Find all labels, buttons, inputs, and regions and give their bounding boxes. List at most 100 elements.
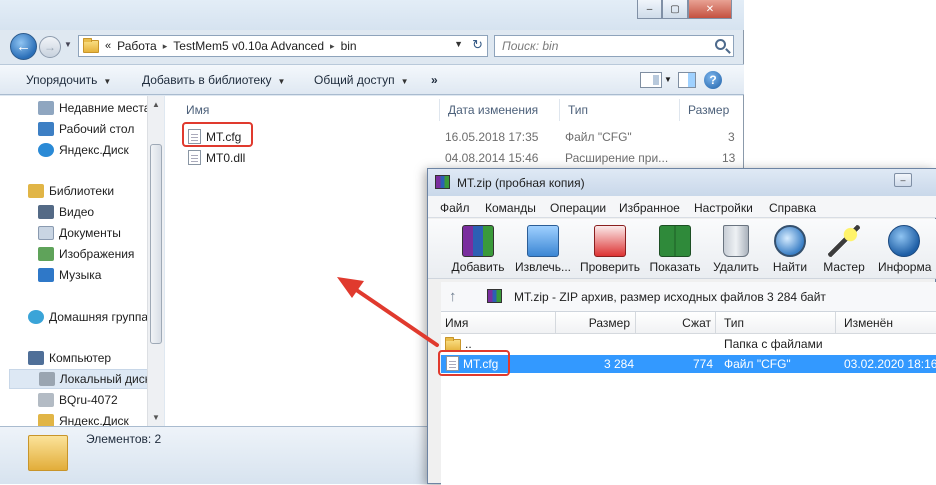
music-icon bbox=[38, 268, 54, 282]
file-size: 3 bbox=[728, 130, 735, 144]
nav-item-label: Документы bbox=[59, 226, 121, 240]
file-name: MT0.dll bbox=[206, 151, 246, 165]
column-header-label: Размер bbox=[688, 103, 730, 117]
organize-button[interactable]: Упорядочить ▼ bbox=[26, 73, 111, 87]
table-row[interactable]: MT.cfg 3 284 774 Файл "CFG" 03.02.2020 1… bbox=[441, 355, 936, 373]
nav-item-libraries[interactable]: Библиотеки bbox=[28, 181, 114, 201]
history-dropdown-icon[interactable]: ▼ bbox=[64, 40, 72, 49]
nav-item-video[interactable]: Видео bbox=[38, 202, 94, 222]
nav-item-desktop[interactable]: Рабочий стол bbox=[38, 119, 134, 139]
menu-settings[interactable]: Настройки bbox=[694, 201, 753, 215]
images-icon bbox=[38, 247, 54, 261]
menu-help[interactable]: Справка bbox=[769, 201, 816, 215]
breadcrumb-overflow[interactable]: « bbox=[105, 40, 111, 52]
breadcrumb-item[interactable]: bin bbox=[341, 39, 357, 53]
add-to-library-button[interactable]: Добавить в библиотеку ▼ bbox=[142, 73, 285, 87]
nav-item-recent-places[interactable]: Недавние места bbox=[38, 98, 150, 118]
row-size: 3 284 bbox=[604, 357, 635, 371]
breadcrumb-item[interactable]: Работа bbox=[117, 39, 157, 53]
column-header-label: Сжат bbox=[682, 315, 711, 330]
nav-item-label: Недавние места bbox=[59, 101, 151, 115]
row-name: .. bbox=[465, 337, 472, 351]
winrar-icon bbox=[435, 175, 450, 189]
info-button[interactable]: Информа bbox=[872, 223, 936, 277]
test-button[interactable]: Проверить bbox=[578, 223, 642, 277]
help-icon[interactable]: ? bbox=[704, 71, 722, 89]
chevron-down-icon[interactable]: ▼ bbox=[664, 75, 672, 84]
column-header-name[interactable]: Имя bbox=[178, 99, 440, 121]
archive-file-list: Имя Размер Сжат Тип Изменён .. Папка с ф… bbox=[441, 312, 936, 485]
menu-operations[interactable]: Операции bbox=[550, 201, 606, 215]
file-size: 13 bbox=[722, 151, 736, 165]
breadcrumb-item[interactable]: TestMem5 v0.10a Advanced bbox=[173, 39, 324, 53]
libraries-icon bbox=[28, 184, 44, 198]
column-header-modified[interactable]: Изменён bbox=[836, 312, 936, 334]
column-header-label: Имя bbox=[445, 315, 469, 330]
wizard-button[interactable]: Мастер bbox=[812, 223, 876, 277]
extract-button[interactable]: Извлечь... bbox=[511, 223, 575, 277]
nav-item-music[interactable]: Музыка bbox=[38, 265, 101, 285]
view-button[interactable]: Показать bbox=[643, 223, 707, 277]
back-button[interactable]: ← bbox=[10, 33, 37, 60]
nav-item-bqru-4072[interactable]: BQru-4072 bbox=[38, 390, 118, 410]
up-arrow-icon[interactable]: ↑ bbox=[449, 288, 457, 305]
local-disk-icon bbox=[39, 372, 55, 386]
yandex-disk-icon bbox=[38, 414, 54, 426]
nav-item-computer[interactable]: Компьютер bbox=[28, 348, 111, 368]
column-header-label: Дата изменения bbox=[448, 103, 539, 117]
nav-item-yandex-disk[interactable]: Яндекс.Диск bbox=[38, 140, 129, 160]
column-header-size[interactable]: Размер bbox=[556, 312, 636, 334]
minimize-button[interactable]: ‒ bbox=[637, 0, 662, 19]
nav-item-documents[interactable]: Документы bbox=[38, 223, 121, 243]
menu-file[interactable]: Файл bbox=[440, 201, 470, 215]
file-date: 04.08.2014 15:46 bbox=[445, 151, 539, 165]
column-header-date[interactable]: Дата изменения bbox=[440, 99, 560, 121]
file-row[interactable]: MT0.dll 04.08.2014 15:46 Расширение при.… bbox=[165, 148, 743, 168]
column-header-label: Имя bbox=[186, 103, 210, 117]
computer-icon bbox=[28, 351, 44, 365]
maximize-button[interactable]: ▢ bbox=[662, 0, 688, 19]
table-row[interactable]: .. Папка с файлами bbox=[441, 335, 936, 353]
preview-pane-icon[interactable] bbox=[678, 72, 696, 88]
scroll-up-icon[interactable]: ▲ bbox=[152, 100, 160, 109]
change-view-icon[interactable] bbox=[640, 72, 662, 88]
share-button[interactable]: Общий доступ ▼ bbox=[314, 73, 409, 87]
nav-scrollbar[interactable]: ▲ ▼ bbox=[147, 96, 164, 426]
minimize-button[interactable]: ‒ bbox=[894, 173, 912, 187]
forward-button[interactable]: → bbox=[39, 36, 61, 58]
search-input[interactable] bbox=[502, 39, 702, 53]
column-header-type[interactable]: Тип bbox=[716, 312, 836, 334]
info-icon bbox=[888, 225, 920, 257]
chevron-right-icon[interactable]: ▸ bbox=[330, 41, 335, 52]
scrollbar-thumb[interactable] bbox=[150, 144, 162, 344]
column-header-packed[interactable]: Сжат bbox=[636, 312, 716, 334]
refresh-icon[interactable]: ↻ bbox=[472, 37, 483, 53]
folder-icon bbox=[28, 435, 68, 471]
nav-item-label: Яндекс.Диск bbox=[59, 414, 129, 426]
search-icon[interactable] bbox=[715, 39, 726, 50]
item-count: Элементов: 2 bbox=[86, 432, 162, 446]
menu-bar: Файл Команды Операции Избранное Настройк… bbox=[428, 196, 936, 218]
scroll-down-icon[interactable]: ▼ bbox=[152, 413, 160, 422]
command-bar: Упорядочить ▼ Добавить в библиотеку ▼ Общи… bbox=[0, 64, 744, 95]
navigation-pane: Недавние места Рабочий стол Яндекс.Диск … bbox=[0, 96, 164, 426]
column-header-size[interactable]: Размер bbox=[680, 99, 743, 121]
chevron-right-icon[interactable]: ▸ bbox=[163, 41, 168, 52]
nav-item-local-disk[interactable]: Локальный диск bbox=[9, 369, 151, 389]
nav-item-homegroup[interactable]: Домашняя группа bbox=[28, 307, 148, 327]
close-button[interactable]: ✕ bbox=[688, 0, 732, 19]
highlight-box bbox=[182, 122, 253, 147]
column-header-type[interactable]: Тип bbox=[560, 99, 680, 121]
chevron-down-icon: ▼ bbox=[103, 77, 112, 86]
nav-item-images[interactable]: Изображения bbox=[38, 244, 134, 264]
address-dropdown-icon[interactable]: ▼ bbox=[454, 39, 463, 49]
menu-favorites[interactable]: Избранное bbox=[619, 201, 680, 215]
column-header-name[interactable]: Имя bbox=[441, 312, 556, 334]
nav-item-yandex-disk-2[interactable]: Яндекс.Диск bbox=[38, 411, 129, 426]
menu-commands[interactable]: Команды bbox=[485, 201, 536, 215]
search-box[interactable] bbox=[494, 35, 734, 57]
address-bar[interactable]: « Работа ▸ TestMem5 v0.10a Advanced ▸ bi… bbox=[78, 35, 488, 57]
more-commands-button[interactable]: » bbox=[431, 73, 438, 87]
add-button[interactable]: Добавить bbox=[446, 223, 510, 277]
highlight-box bbox=[438, 350, 510, 376]
